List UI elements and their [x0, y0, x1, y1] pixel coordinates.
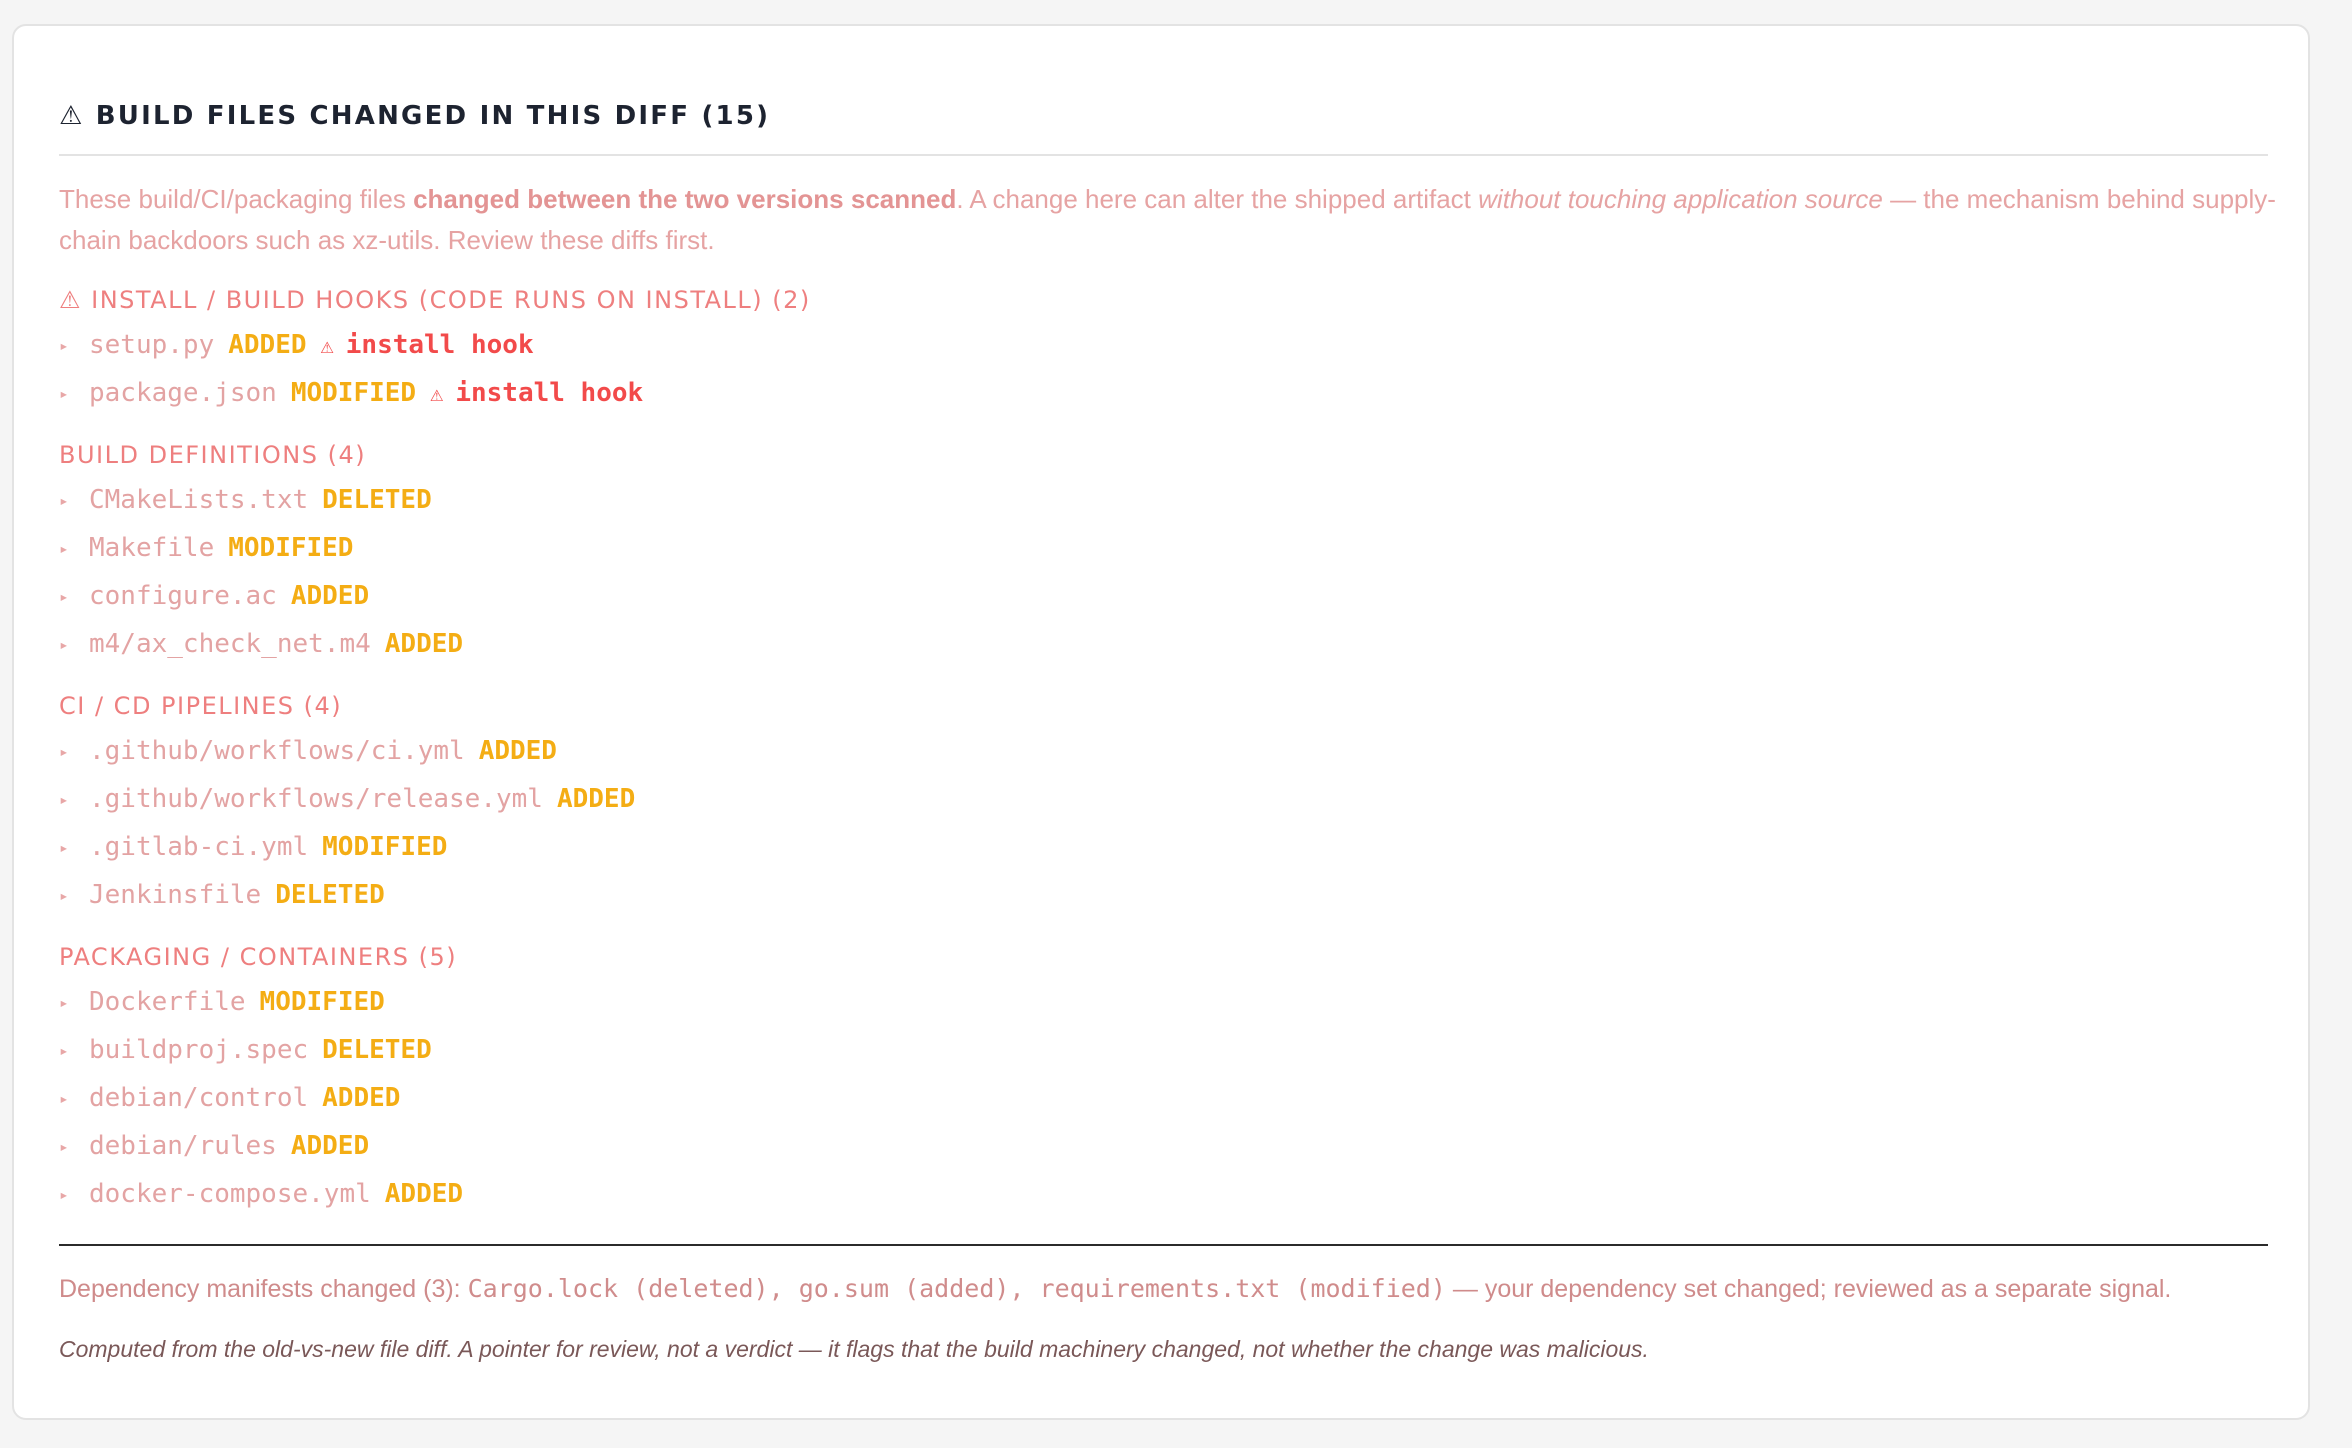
expand-caret-icon[interactable]: ▸ — [59, 1027, 89, 1075]
expand-caret-icon[interactable]: ▸ — [59, 573, 89, 621]
file-section: BUILD DEFINITIONS (4) ▸ CMakeLists.txt DELE… — [59, 438, 2268, 668]
install-hook-label: install hook — [455, 378, 644, 408]
file-status-badge: ADDED — [384, 629, 464, 659]
expand-caret-icon[interactable]: ▸ — [59, 1123, 89, 1171]
file-name: .github/workflows/ci.yml — [89, 736, 465, 766]
file-status-badge: MODIFIED — [290, 378, 417, 408]
file-row[interactable]: ▸ Dockerfile MODIFIED — [59, 978, 2268, 1026]
file-name: debian/rules — [89, 1131, 277, 1161]
file-status-badge: ADDED — [290, 1131, 370, 1161]
file-row[interactable]: ▸ docker-compose.yml ADDED — [59, 1170, 2268, 1218]
intro-text: These build/CI/packaging files changed b… — [59, 184, 2276, 255]
file-name: debian/control — [89, 1083, 309, 1113]
file-status-badge: DELETED — [322, 1035, 432, 1065]
panel-title-text: BUILD FILES CHANGED IN THIS DIFF (15) — [95, 101, 771, 131]
install-hook-label: install hook — [345, 330, 534, 360]
section-heading: ⚠ INSTALL / BUILD HOOKS (CODE RUNS ON IN… — [59, 286, 811, 314]
install-hook-flag: ⚠ install hook — [430, 378, 643, 408]
file-status-badge: ADDED — [290, 581, 370, 611]
file-name: package.json — [89, 378, 277, 408]
file-sections: ⚠ INSTALL / BUILD HOOKS (CODE RUNS ON IN… — [59, 283, 2268, 1218]
file-section: ⚠ INSTALL / BUILD HOOKS (CODE RUNS ON IN… — [59, 283, 2268, 417]
panel-title: ⚠ BUILD FILES CHANGED IN THIS DIFF (15) — [59, 98, 2268, 134]
file-section: PACKAGING / CONTAINERS (5) ▸ Dockerfile MOD… — [59, 940, 2268, 1218]
dependency-manifests-note: Dependency manifests changed (3): Cargo.… — [59, 1274, 2172, 1303]
build-files-panel: ⚠ BUILD FILES CHANGED IN THIS DIFF (15) … — [12, 24, 2310, 1420]
expand-caret-icon[interactable]: ▸ — [59, 477, 89, 525]
expand-caret-icon[interactable]: ▸ — [59, 1171, 89, 1219]
warning-icon: ⚠ — [59, 101, 85, 131]
expand-caret-icon[interactable]: ▸ — [59, 370, 89, 418]
expand-caret-icon[interactable]: ▸ — [59, 728, 89, 776]
file-status-badge: ADDED — [228, 330, 307, 360]
file-name: Dockerfile — [89, 987, 246, 1017]
expand-caret-icon[interactable]: ▸ — [59, 525, 89, 573]
section-heading: BUILD DEFINITIONS (4) — [59, 441, 367, 469]
file-row[interactable]: ▸ debian/rules ADDED — [59, 1122, 2268, 1170]
file-row[interactable]: ▸ Jenkinsfile DELETED — [59, 871, 2268, 919]
file-row[interactable]: ▸ CMakeLists.txt DELETED — [59, 476, 2268, 524]
expand-caret-icon[interactable]: ▸ — [59, 824, 89, 872]
file-row[interactable]: ▸ debian/control ADDED — [59, 1074, 2268, 1122]
title-divider — [59, 154, 2268, 156]
file-name: configure.ac — [89, 581, 277, 611]
file-row[interactable]: ▸ .github/workflows/release.yml ADDED — [59, 775, 2268, 823]
file-name: docker-compose.yml — [89, 1179, 371, 1209]
file-name: .gitlab-ci.yml — [89, 832, 309, 862]
file-name: .github/workflows/release.yml — [89, 784, 543, 814]
file-row[interactable]: ▸ .github/workflows/ci.yml ADDED — [59, 727, 2268, 775]
file-list: ▸ setup.py ADDED ⚠ install hook ▸ package.json… — [59, 321, 2268, 417]
file-name: Makefile — [89, 533, 215, 563]
footnote: Computed from the old-vs-new file diff. … — [59, 1336, 1649, 1362]
file-row[interactable]: ▸ package.json MODIFIED ⚠ install hook — [59, 369, 2268, 417]
file-list: ▸ Dockerfile MODIFIED ▸ buildproj.spec DELETE… — [59, 978, 2268, 1218]
file-status-badge: ADDED — [322, 1083, 401, 1113]
file-section: CI / CD PIPELINES (4) ▸ .github/workflows/… — [59, 689, 2268, 919]
file-row[interactable]: ▸ configure.ac ADDED — [59, 572, 2268, 620]
section-divider — [59, 1244, 2268, 1246]
file-row[interactable]: ▸ m4/ax_check_net.m4 ADDED — [59, 620, 2268, 668]
file-name: m4/ax_check_net.m4 — [89, 629, 371, 659]
file-status-badge: ADDED — [556, 784, 636, 814]
file-status-badge: ADDED — [384, 1179, 464, 1209]
warning-icon: ⚠ — [320, 334, 334, 359]
file-row[interactable]: ▸ buildproj.spec DELETED — [59, 1026, 2268, 1074]
expand-caret-icon[interactable]: ▸ — [59, 1075, 89, 1123]
dependency-file-list: Cargo.lock (deleted), go.sum (added), re… — [467, 1274, 1446, 1303]
expand-caret-icon[interactable]: ▸ — [59, 872, 89, 920]
file-name: buildproj.spec — [89, 1035, 309, 1065]
file-name: Jenkinsfile — [89, 880, 262, 910]
file-row[interactable]: ▸ Makefile MODIFIED — [59, 524, 2268, 572]
expand-caret-icon[interactable]: ▸ — [59, 979, 89, 1027]
file-name: setup.py — [89, 330, 215, 360]
warning-icon: ⚠ — [430, 382, 444, 407]
file-list: ▸ .github/workflows/ci.yml ADDED ▸ .github/w… — [59, 727, 2268, 919]
file-name: CMakeLists.txt — [89, 485, 309, 515]
file-status-badge: DELETED — [275, 880, 385, 910]
install-hook-flag: ⚠ install hook — [321, 330, 534, 360]
expand-caret-icon[interactable]: ▸ — [59, 322, 89, 370]
file-status-badge: MODIFIED — [259, 987, 385, 1017]
file-status-badge: MODIFIED — [322, 832, 448, 862]
expand-caret-icon[interactable]: ▸ — [59, 776, 89, 824]
expand-caret-icon[interactable]: ▸ — [59, 621, 89, 669]
file-status-badge: MODIFIED — [228, 533, 354, 563]
section-heading: CI / CD PIPELINES (4) — [59, 692, 343, 720]
file-status-badge: DELETED — [322, 485, 432, 515]
file-row[interactable]: ▸ setup.py ADDED ⚠ install hook — [59, 321, 2268, 369]
file-list: ▸ CMakeLists.txt DELETED ▸ Makefile MODIFIED ▸… — [59, 476, 2268, 668]
file-row[interactable]: ▸ .gitlab-ci.yml MODIFIED — [59, 823, 2268, 871]
section-heading: PACKAGING / CONTAINERS (5) — [59, 943, 458, 971]
file-status-badge: ADDED — [478, 736, 557, 766]
